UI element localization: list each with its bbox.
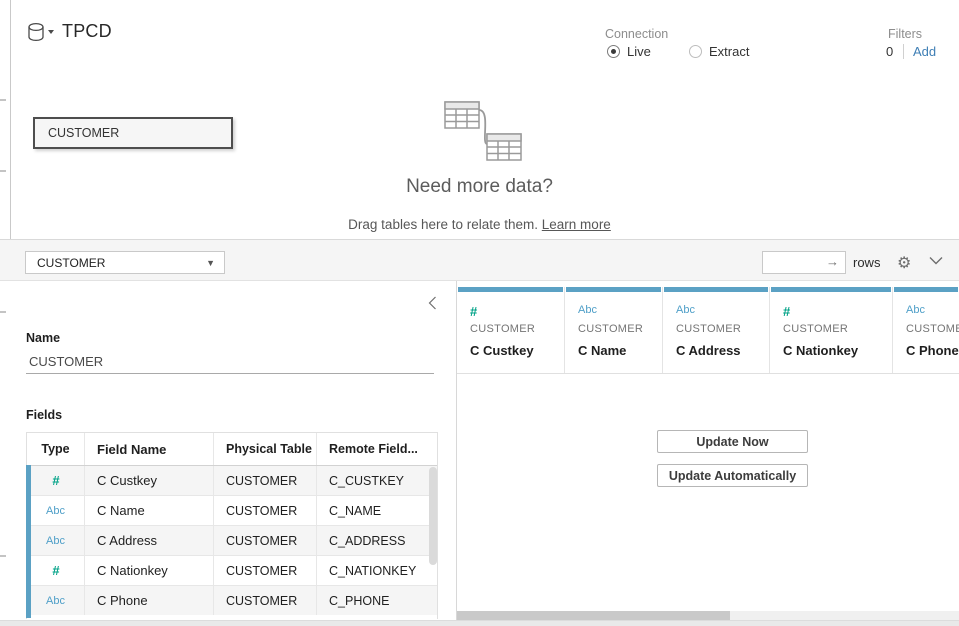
collapse-panel-chevron-icon[interactable] [428, 296, 442, 312]
filters-add-link[interactable]: Add [913, 44, 936, 59]
grid-column-field: C Phone [906, 343, 959, 358]
connection-live-radio[interactable]: Live [607, 44, 651, 59]
collapse-datagrid-chevron-icon[interactable] [929, 256, 943, 265]
grid-column-table: CUSTOMER [578, 323, 643, 335]
left-pane-divider [10, 0, 11, 240]
radio-unselected-icon [689, 45, 702, 58]
grid-column-table: CUSTOMER [906, 323, 959, 335]
field-row-c-name[interactable]: Abc C Name CUSTOMER C_NAME [27, 496, 437, 526]
col-header-physical-table[interactable]: Physical Table [214, 433, 317, 465]
connection-extract-radio[interactable]: Extract [689, 44, 749, 59]
fields-table: Type Field Name Physical Table Remote Fi… [26, 432, 438, 618]
gear-icon[interactable]: ⚙ [897, 253, 911, 273]
string-type-icon[interactable]: Abc [46, 595, 65, 607]
learn-more-link[interactable]: Learn more [542, 217, 611, 232]
datasource-database-icon[interactable] [27, 22, 57, 44]
number-type-icon[interactable]: # [52, 563, 58, 578]
rows-label: rows [853, 255, 880, 270]
string-type-icon: Abc [906, 304, 925, 316]
name-label: Name [26, 331, 60, 345]
grid-column-c-address[interactable]: Abc CUSTOMER C Address [663, 287, 770, 373]
edge-tick [0, 99, 6, 101]
fields-table-scrollbar[interactable] [429, 467, 437, 615]
grid-column-field: C Name [578, 343, 626, 358]
update-now-button[interactable]: Update Now [657, 430, 808, 453]
col-header-type[interactable]: Type [27, 433, 85, 465]
connection-label: Connection [605, 27, 668, 41]
empty-state-title: Need more data? [0, 176, 959, 198]
relate-tables-illustration-icon [437, 98, 529, 166]
empty-state-hint: Drag tables here to relate them. Learn m… [0, 217, 959, 232]
col-header-remote-field[interactable]: Remote Field... [317, 433, 437, 465]
edge-tick [0, 170, 6, 172]
grid-column-c-custkey[interactable]: # CUSTOMER C Custkey [457, 287, 565, 373]
number-type-icon: # [470, 304, 476, 319]
grid-column-table: CUSTOMER [470, 323, 535, 335]
grid-header-divider [457, 373, 959, 374]
grid-column-table: CUSTOMER [783, 323, 848, 335]
table-selector-dropdown[interactable]: CUSTOMER ▼ [25, 251, 225, 274]
logical-table-label: CUSTOMER [48, 126, 119, 140]
string-type-icon: Abc [676, 304, 695, 316]
datasource-title[interactable]: TPCD [62, 21, 112, 42]
field-row-c-phone[interactable]: Abc C Phone CUSTOMER C_PHONE [27, 586, 437, 616]
fields-table-clipped-row [26, 615, 438, 619]
radio-selected-icon [607, 45, 620, 58]
edge-tick [0, 311, 6, 313]
string-type-icon[interactable]: Abc [46, 505, 65, 517]
string-type-icon: Abc [578, 304, 597, 316]
filters-label: Filters [888, 27, 922, 41]
grid-column-c-phone[interactable]: Abc CUSTOMER C Phone [893, 287, 959, 373]
grid-column-c-name[interactable]: Abc CUSTOMER C Name [565, 287, 663, 373]
number-type-icon[interactable]: # [52, 473, 58, 488]
fields-table-accent-bar [26, 465, 31, 618]
fields-label: Fields [26, 408, 62, 422]
chevron-down-icon: ▼ [206, 258, 215, 268]
table-name-field[interactable]: CUSTOMER [26, 350, 434, 374]
grid-column-field: C Address [676, 343, 741, 358]
table-selector-value: CUSTOMER [37, 256, 105, 270]
rows-input-wrap: → [762, 251, 846, 274]
scrollbar-thumb[interactable] [457, 611, 730, 620]
grid-horizontal-scrollbar[interactable] [457, 611, 959, 620]
window-bottom-strip [0, 620, 959, 626]
filters-separator [903, 44, 904, 59]
field-row-c-nationkey[interactable]: # C Nationkey CUSTOMER C_NATIONKEY [27, 556, 437, 586]
rows-count-input[interactable] [762, 251, 846, 274]
grid-column-table: CUSTOMER [676, 323, 741, 335]
string-type-icon[interactable]: Abc [46, 535, 65, 547]
fields-table-header-row: Type Field Name Physical Table Remote Fi… [27, 433, 437, 466]
col-header-field-name[interactable]: Field Name [85, 433, 214, 465]
scrollbar-thumb[interactable] [429, 467, 437, 565]
update-automatically-button[interactable]: Update Automatically [657, 464, 808, 487]
edge-tick [0, 555, 6, 557]
number-type-icon: # [783, 304, 789, 319]
grid-column-c-nationkey[interactable]: # CUSTOMER C Nationkey [770, 287, 893, 373]
field-row-c-custkey[interactable]: # C Custkey CUSTOMER C_CUSTKEY [27, 466, 437, 496]
grid-column-field: C Nationkey [783, 343, 858, 358]
grid-column-field: C Custkey [470, 343, 534, 358]
logical-table-customer[interactable]: CUSTOMER [33, 117, 233, 149]
field-row-c-address[interactable]: Abc C Address CUSTOMER C_ADDRESS [27, 526, 437, 556]
empty-state-hint-text: Drag tables here to relate them. [348, 217, 542, 232]
filters-count: 0 [886, 44, 893, 59]
